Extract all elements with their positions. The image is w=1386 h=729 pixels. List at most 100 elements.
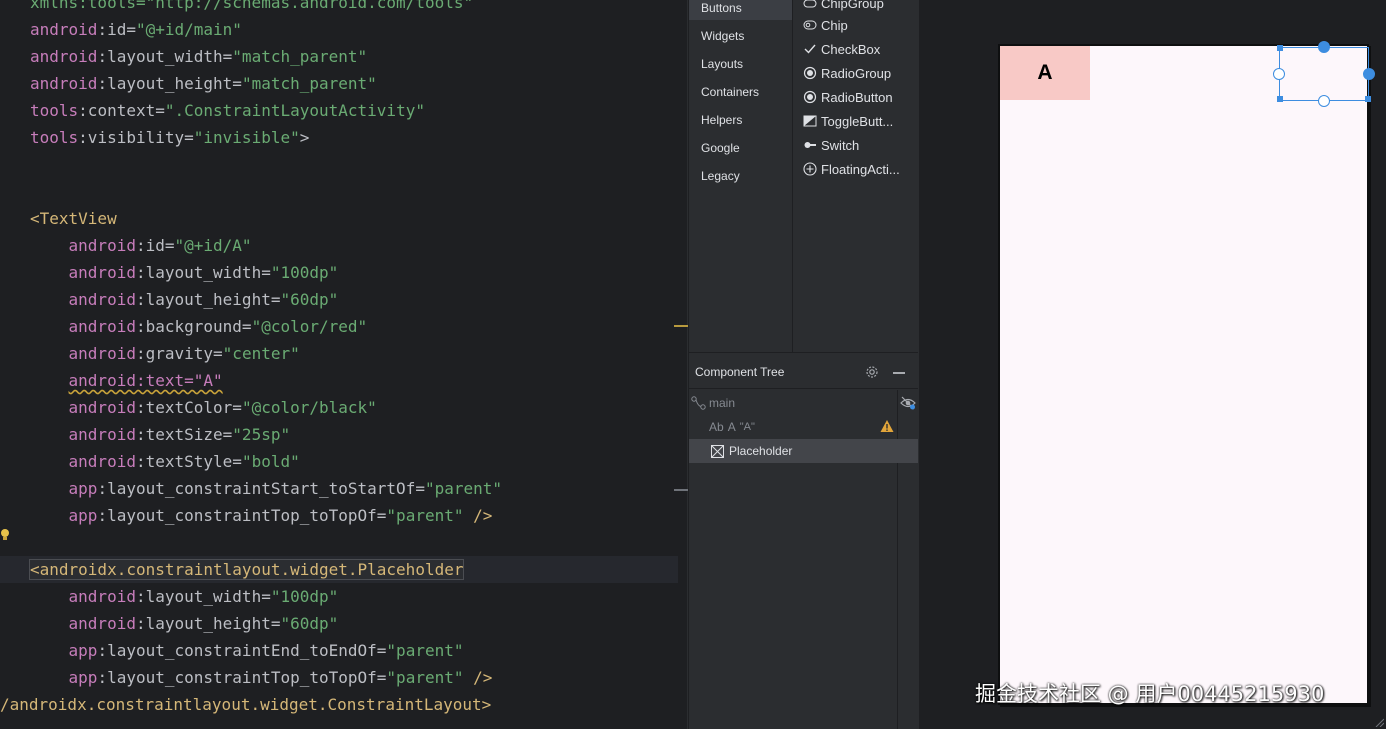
code-token: :gravity= — [135, 344, 223, 363]
code-line[interactable]: android:id="@+id/A" — [0, 232, 252, 259]
resize-handle-bottom-left[interactable] — [1277, 96, 1283, 102]
code-token: "center" — [222, 344, 300, 363]
palette-item-label: RadioButton — [821, 89, 893, 105]
resize-handle-top-left[interactable] — [1277, 45, 1283, 51]
resize-handle-bottom-right[interactable] — [1365, 96, 1371, 102]
code-line[interactable]: app:layout_constraintTop_toTopOf="parent… — [0, 502, 493, 529]
code-line[interactable]: android:textColor="@color/black" — [0, 394, 377, 421]
placeholder-icon — [711, 444, 724, 458]
code-line[interactable]: app:layout_constraintEnd_toEndOf="parent… — [0, 637, 464, 664]
palette-category-layouts[interactable]: Layouts — [689, 52, 792, 76]
editor-scrollbar[interactable] — [678, 0, 688, 729]
lightbulb-icon[interactable] — [0, 528, 10, 542]
code-token: android — [30, 290, 136, 309]
hidden-eye-icon[interactable] — [900, 395, 916, 411]
end-anchor-handle[interactable] — [1363, 68, 1375, 80]
code-line[interactable]: android:layout_width="100dp" — [0, 259, 339, 286]
change-marker[interactable] — [674, 489, 688, 491]
code-line[interactable]: tools:visibility="invisible"> — [0, 124, 309, 151]
code-line[interactable]: app:layout_constraintStart_toStartOf="pa… — [0, 475, 502, 502]
code-token: "@color/red" — [251, 317, 368, 336]
code-line[interactable]: android:textSize="25sp" — [0, 421, 291, 448]
top-anchor-handle[interactable] — [1318, 41, 1330, 53]
code-token: :layout_height= — [135, 614, 281, 633]
palette-item-label: Chip — [821, 17, 848, 33]
switch-icon — [804, 142, 816, 148]
code-line[interactable]: <androidx.constraintlayout.widget.Placeh… — [0, 556, 688, 583]
palette-item-switch[interactable]: Switch — [803, 133, 859, 157]
code-token: ".ConstraintLayoutActivity" — [164, 101, 425, 120]
code-line[interactable]: android:layout_width="100dp" — [0, 583, 339, 610]
palette-category-buttons[interactable]: Buttons — [689, 0, 792, 20]
code-line[interactable]: <TextView — [0, 205, 117, 232]
palette-item-chip[interactable]: Chip — [803, 13, 848, 37]
code-token: :id= — [135, 236, 175, 255]
code-line[interactable]: android:layout_width="match_parent" — [0, 43, 367, 70]
code-editor[interactable]: xmlns:tools="http://schemas.android.com/… — [0, 0, 688, 729]
code-line[interactable]: tools:context=".ConstraintLayoutActivity… — [0, 97, 425, 124]
gear-icon[interactable] — [865, 365, 879, 379]
code-token: :layout_constraintTop_toTopOf= — [97, 506, 387, 525]
code-line[interactable]: app:layout_constraintTop_toTopOf="parent… — [0, 664, 493, 691]
code-token: android — [30, 398, 136, 417]
palette-category-google[interactable]: Google — [689, 136, 792, 160]
code-token: xmlns:tools="http://schemas.android.com/… — [30, 0, 474, 12]
fab-icon — [803, 162, 817, 176]
textview-a-preview[interactable]: A — [1000, 46, 1090, 100]
code-token: :visibility= — [78, 128, 194, 147]
chip-icon — [803, 20, 817, 30]
device-preview[interactable]: A — [998, 41, 1375, 705]
warning-icon[interactable] — [880, 419, 894, 433]
code-line[interactable]: android:layout_height="match_parent" — [0, 70, 377, 97]
palette-item-togglebutton[interactable]: ToggleButt... — [803, 109, 893, 133]
code-line[interactable]: android:layout_height="60dp" — [0, 286, 339, 313]
warning-marker[interactable] — [674, 325, 688, 327]
code-token: :layout_width= — [135, 263, 271, 282]
constraint-layout-icon — [691, 396, 706, 410]
code-token: <androidx.constraintlayout.widget.Placeh… — [28, 559, 465, 580]
start-anchor-handle[interactable] — [1273, 68, 1285, 80]
code-line[interactable]: xmlns:tools="http://schemas.android.com/… — [0, 0, 473, 16]
palette-category-containers[interactable]: Containers — [689, 80, 792, 104]
code-token: "parent" — [424, 479, 503, 498]
palette-categories: Buttons Widgets Layouts Containers Helpe… — [689, 0, 793, 352]
code-line[interactable] — [0, 151, 30, 178]
palette-category-helpers[interactable]: Helpers — [689, 108, 792, 132]
code-token: :textColor= — [135, 398, 242, 417]
palette-item-label: FloatingActi... — [821, 161, 900, 177]
code-line[interactable]: android:id="@+id/main" — [0, 16, 242, 43]
palette-item-checkbox[interactable]: CheckBox — [803, 37, 880, 61]
code-line[interactable] — [0, 178, 30, 205]
checkmark-icon — [804, 44, 816, 54]
code-token: :context= — [78, 101, 165, 120]
tree-row-main[interactable]: main — [689, 391, 897, 415]
code-line[interactable]: /androidx.constraintlayout.widget.Constr… — [0, 691, 491, 718]
tree-row-textview-a[interactable]: Ab A "A" — [689, 415, 897, 439]
code-token: :layout_height= — [135, 290, 281, 309]
resize-grip-icon[interactable] — [1374, 717, 1384, 727]
code-line[interactable]: android:background="@color/red" — [0, 313, 368, 340]
code-token: "@+id/A" — [174, 236, 252, 255]
bottom-anchor-handle[interactable] — [1318, 95, 1330, 107]
palette-category-legacy[interactable]: Legacy — [689, 164, 792, 188]
code-token: android — [30, 263, 136, 282]
radio-button-icon — [803, 90, 817, 104]
tree-row-placeholder[interactable]: Placeholder — [689, 439, 919, 463]
design-canvas[interactable]: A 掘金技术社区 @ 用户00445215930 — [918, 0, 1386, 729]
code-line[interactable]: android:layout_height="60dp" — [0, 610, 339, 637]
tree-row-text: "A" — [739, 421, 755, 433]
code-line[interactable]: android:gravity="center" — [0, 340, 300, 367]
minimize-icon[interactable] — [893, 372, 905, 374]
palette-item-floatingactionbutton[interactable]: FloatingActi... — [803, 157, 900, 181]
code-token: "@color/black" — [241, 398, 377, 417]
code-token: "parent" — [386, 641, 464, 660]
code-token: :layout_constraintEnd_toEndOf= — [97, 641, 387, 660]
palette-item-radiogroup[interactable]: RadioGroup — [803, 61, 891, 85]
palette-item-radiobutton[interactable]: RadioButton — [803, 85, 893, 109]
code-line[interactable]: android:text="A" — [0, 367, 223, 394]
code-line[interactable]: android:textStyle="bold" — [0, 448, 300, 475]
palette-category-widgets[interactable]: Widgets — [689, 24, 792, 48]
code-token: "parent" — [386, 506, 464, 525]
placeholder-selection-box[interactable] — [1273, 41, 1375, 107]
